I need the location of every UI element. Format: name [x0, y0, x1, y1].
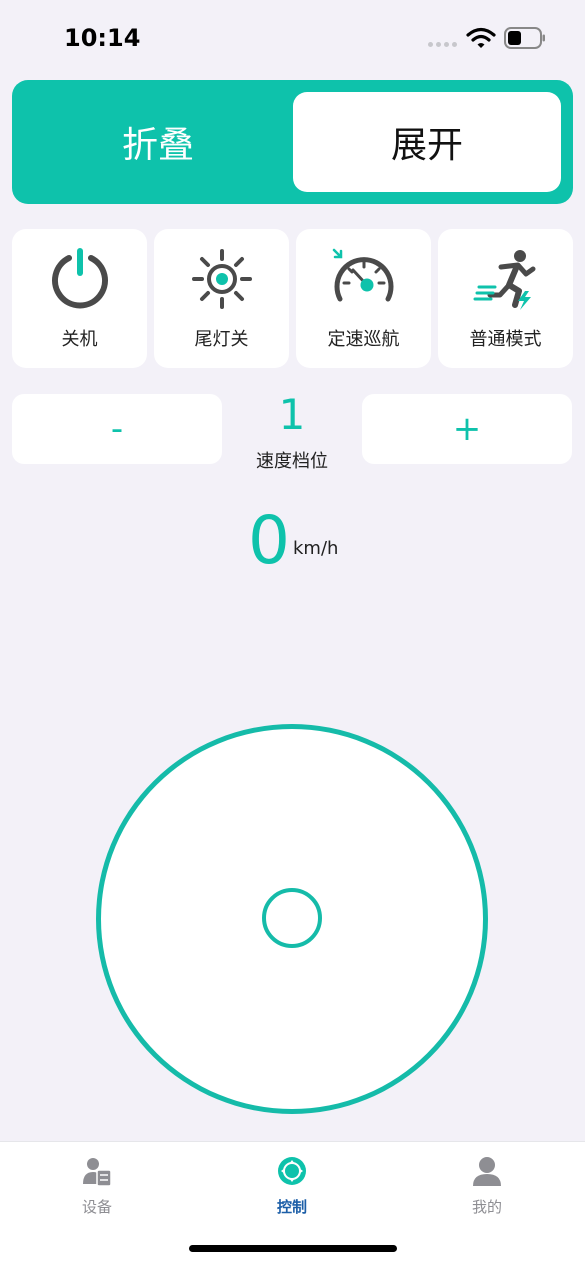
- battery-icon: [504, 27, 545, 49]
- tail-light-button[interactable]: 尾灯关: [154, 229, 289, 368]
- cruise-control-button[interactable]: 定速巡航: [296, 229, 431, 368]
- tab-profile[interactable]: 我的: [427, 1156, 547, 1226]
- power-off-label: 关机: [61, 329, 98, 350]
- speedometer-icon: [332, 248, 393, 302]
- joystick-control[interactable]: [96, 724, 488, 1114]
- speed-increase-button[interactable]: +: [362, 394, 572, 464]
- wifi-icon: [466, 27, 496, 48]
- control-icon: [278, 1157, 306, 1185]
- sun-icon: [191, 249, 252, 309]
- power-icon: [51, 248, 108, 309]
- home-indicator: [189, 1245, 397, 1252]
- normal-mode-button[interactable]: 普通模式: [438, 229, 573, 368]
- tail-light-label: 尾灯关: [194, 329, 249, 350]
- tab-profile-label: 我的: [471, 1198, 502, 1216]
- cruise-control-label: 定速巡航: [327, 329, 400, 350]
- tab-control-label: 控制: [276, 1198, 307, 1216]
- fold-button[interactable]: 折叠: [12, 80, 304, 204]
- status-time: 10:14: [64, 24, 141, 52]
- status-bar: 10:14: [0, 0, 585, 72]
- speed-unit: km/h: [293, 538, 339, 559]
- joystick-knob[interactable]: [262, 888, 322, 948]
- tab-device[interactable]: 设备: [37, 1156, 157, 1226]
- normal-mode-label: 普通模式: [469, 329, 542, 350]
- profile-icon: [473, 1157, 501, 1186]
- current-speed-value: 0: [248, 502, 290, 579]
- speed-gear-label: 速度档位: [256, 451, 328, 472]
- power-off-button[interactable]: 关机: [12, 229, 147, 368]
- device-icon: [83, 1158, 112, 1187]
- unfold-button[interactable]: 展开: [293, 92, 561, 192]
- running-person-icon: [473, 250, 535, 310]
- speed-decrease-button[interactable]: -: [12, 394, 222, 464]
- tab-device-label: 设备: [81, 1198, 112, 1216]
- cellular-signal-icon: [428, 42, 457, 47]
- fold-mode-toggle: 折叠 展开: [12, 80, 573, 204]
- tab-control[interactable]: 控制: [232, 1156, 352, 1226]
- speed-gear-value: 1: [278, 390, 306, 439]
